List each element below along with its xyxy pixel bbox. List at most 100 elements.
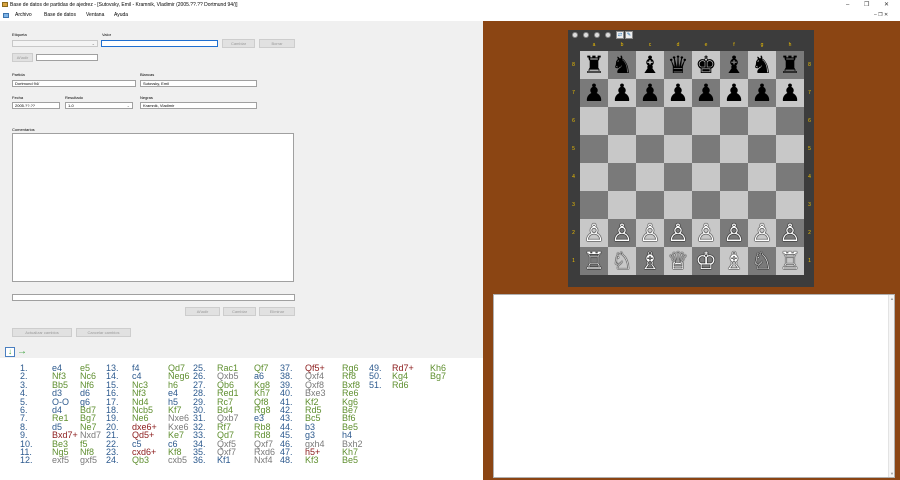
fecha-input[interactable]: 2005.??.??	[12, 102, 60, 109]
black-piece-f7[interactable]: ♟	[720, 79, 748, 107]
black-move[interactable]: Be5	[342, 456, 363, 465]
black-piece-b7[interactable]: ♟	[608, 79, 636, 107]
white-piece-a2[interactable]: ♙	[580, 219, 608, 247]
menu-ventana[interactable]: Ventana	[86, 12, 104, 18]
comments-textarea[interactable]	[12, 133, 294, 282]
board-square-f4[interactable]	[720, 163, 748, 191]
board-square-d4[interactable]	[664, 163, 692, 191]
board-square-f3[interactable]	[720, 191, 748, 219]
black-piece-b8[interactable]: ♞	[608, 51, 636, 79]
minimize-button[interactable]: –	[846, 1, 849, 9]
black-piece-h8[interactable]: ♜	[776, 51, 804, 79]
board-square-h3[interactable]	[776, 191, 804, 219]
board-square-e4[interactable]	[692, 163, 720, 191]
previous-move-icon[interactable]	[583, 32, 589, 38]
board-square-h5[interactable]	[776, 135, 804, 163]
edit-position-icon[interactable]: ✎	[625, 31, 633, 39]
menu-ayuda[interactable]: Ayuda	[114, 12, 128, 18]
document-icon[interactable]	[3, 13, 9, 18]
scroll-up-icon[interactable]: ▲	[890, 296, 894, 301]
board-square-c4[interactable]	[636, 163, 664, 191]
last-move-icon[interactable]	[605, 32, 611, 38]
arrow-down-icon[interactable]: ↓	[5, 347, 15, 357]
black-piece-g7[interactable]: ♟	[748, 79, 776, 107]
board-square-g6[interactable]	[748, 107, 776, 135]
black-piece-d8[interactable]: ♛	[664, 51, 692, 79]
etiqueta-select[interactable]: ⌄	[12, 40, 98, 47]
black-move[interactable]: Bg7	[430, 372, 446, 381]
board-square-a5[interactable]	[580, 135, 608, 163]
board-square-a4[interactable]	[580, 163, 608, 191]
chess-board[interactable]: ⇄ ✎ abcdefghabcdefgh8877665544332211♜♞♝♛…	[568, 30, 814, 318]
cancelar-cambios-button[interactable]: Cancelar cambios	[76, 328, 131, 337]
board-square-b4[interactable]	[608, 163, 636, 191]
black-piece-e8[interactable]: ♚	[692, 51, 720, 79]
board-square-b5[interactable]	[608, 135, 636, 163]
black-move[interactable]: cxb5	[168, 456, 190, 465]
partida-input[interactable]: Dortmund 94/	[12, 80, 136, 87]
white-piece-f1[interactable]: ♗	[720, 247, 748, 275]
comment-input[interactable]	[12, 294, 295, 301]
menu-archivo[interactable]: Archivo	[15, 12, 32, 18]
white-piece-g2[interactable]: ♙	[748, 219, 776, 247]
cambiar-button[interactable]: Cambiar	[222, 39, 255, 48]
white-piece-g1[interactable]: ♘	[748, 247, 776, 275]
borrar-button[interactable]: Borrar	[259, 39, 295, 48]
black-piece-a8[interactable]: ♜	[580, 51, 608, 79]
anadir-comment-button[interactable]: Añadir	[185, 307, 220, 316]
white-move[interactable]: Rd6	[392, 380, 414, 389]
board-square-g4[interactable]	[748, 163, 776, 191]
board-square-d5[interactable]	[664, 135, 692, 163]
black-move[interactable]: Nxf4	[254, 456, 275, 465]
anadir-button[interactable]: Añadir	[12, 53, 33, 62]
board-square-a6[interactable]	[580, 107, 608, 135]
first-move-icon[interactable]	[572, 32, 578, 38]
black-piece-d7[interactable]: ♟	[664, 79, 692, 107]
black-piece-h7[interactable]: ♟	[776, 79, 804, 107]
white-piece-c1[interactable]: ♗	[636, 247, 664, 275]
blancas-input[interactable]: Sutovsky, Emil	[140, 80, 257, 87]
board-square-d6[interactable]	[664, 107, 692, 135]
menu-base-de-datos[interactable]: Base de datos	[44, 12, 76, 18]
white-piece-e2[interactable]: ♙	[692, 219, 720, 247]
valor-input[interactable]	[101, 40, 218, 47]
close-button[interactable]: ✕	[884, 1, 889, 9]
board-square-e3[interactable]	[692, 191, 720, 219]
board-square-b6[interactable]	[608, 107, 636, 135]
actualizar-cambios-button[interactable]: Actualizar cambios	[12, 328, 72, 337]
resultado-select[interactable]: 1-0 ⌄	[65, 102, 133, 109]
child-window-controls[interactable]: – ❐ ✕	[874, 12, 888, 18]
scroll-down-icon[interactable]: ▼	[890, 471, 894, 476]
engine-output[interactable]: ▲ ▼	[493, 294, 895, 478]
board-square-e5[interactable]	[692, 135, 720, 163]
white-piece-f2[interactable]: ♙	[720, 219, 748, 247]
board-square-c3[interactable]	[636, 191, 664, 219]
maximize-button[interactable]: ❐	[864, 1, 869, 9]
board-square-g3[interactable]	[748, 191, 776, 219]
white-move[interactable]: exf5	[52, 456, 78, 465]
white-piece-b1[interactable]: ♘	[608, 247, 636, 275]
board-square-f5[interactable]	[720, 135, 748, 163]
cambiar-comment-button[interactable]: Cambiar	[223, 307, 256, 316]
white-piece-e1[interactable]: ♔	[692, 247, 720, 275]
arrow-right-icon[interactable]: →	[17, 347, 27, 357]
black-move[interactable]: gxf5	[80, 456, 101, 465]
board-square-e6[interactable]	[692, 107, 720, 135]
white-move[interactable]: Kf3	[305, 456, 326, 465]
board-square-h4[interactable]	[776, 163, 804, 191]
black-piece-c7[interactable]: ♟	[636, 79, 664, 107]
white-piece-h1[interactable]: ♖	[776, 247, 804, 275]
board-square-d3[interactable]	[664, 191, 692, 219]
console-scrollbar[interactable]: ▲ ▼	[888, 295, 894, 477]
white-piece-b2[interactable]: ♙	[608, 219, 636, 247]
white-piece-d1[interactable]: ♕	[664, 247, 692, 275]
board-square-g5[interactable]	[748, 135, 776, 163]
black-piece-c8[interactable]: ♝	[636, 51, 664, 79]
board-square-h6[interactable]	[776, 107, 804, 135]
board-square-b3[interactable]	[608, 191, 636, 219]
white-move[interactable]: Kf1	[217, 456, 239, 465]
board-square-f6[interactable]	[720, 107, 748, 135]
white-move[interactable]: Qb3	[132, 456, 157, 465]
white-piece-a1[interactable]: ♖	[580, 247, 608, 275]
board-square-c5[interactable]	[636, 135, 664, 163]
